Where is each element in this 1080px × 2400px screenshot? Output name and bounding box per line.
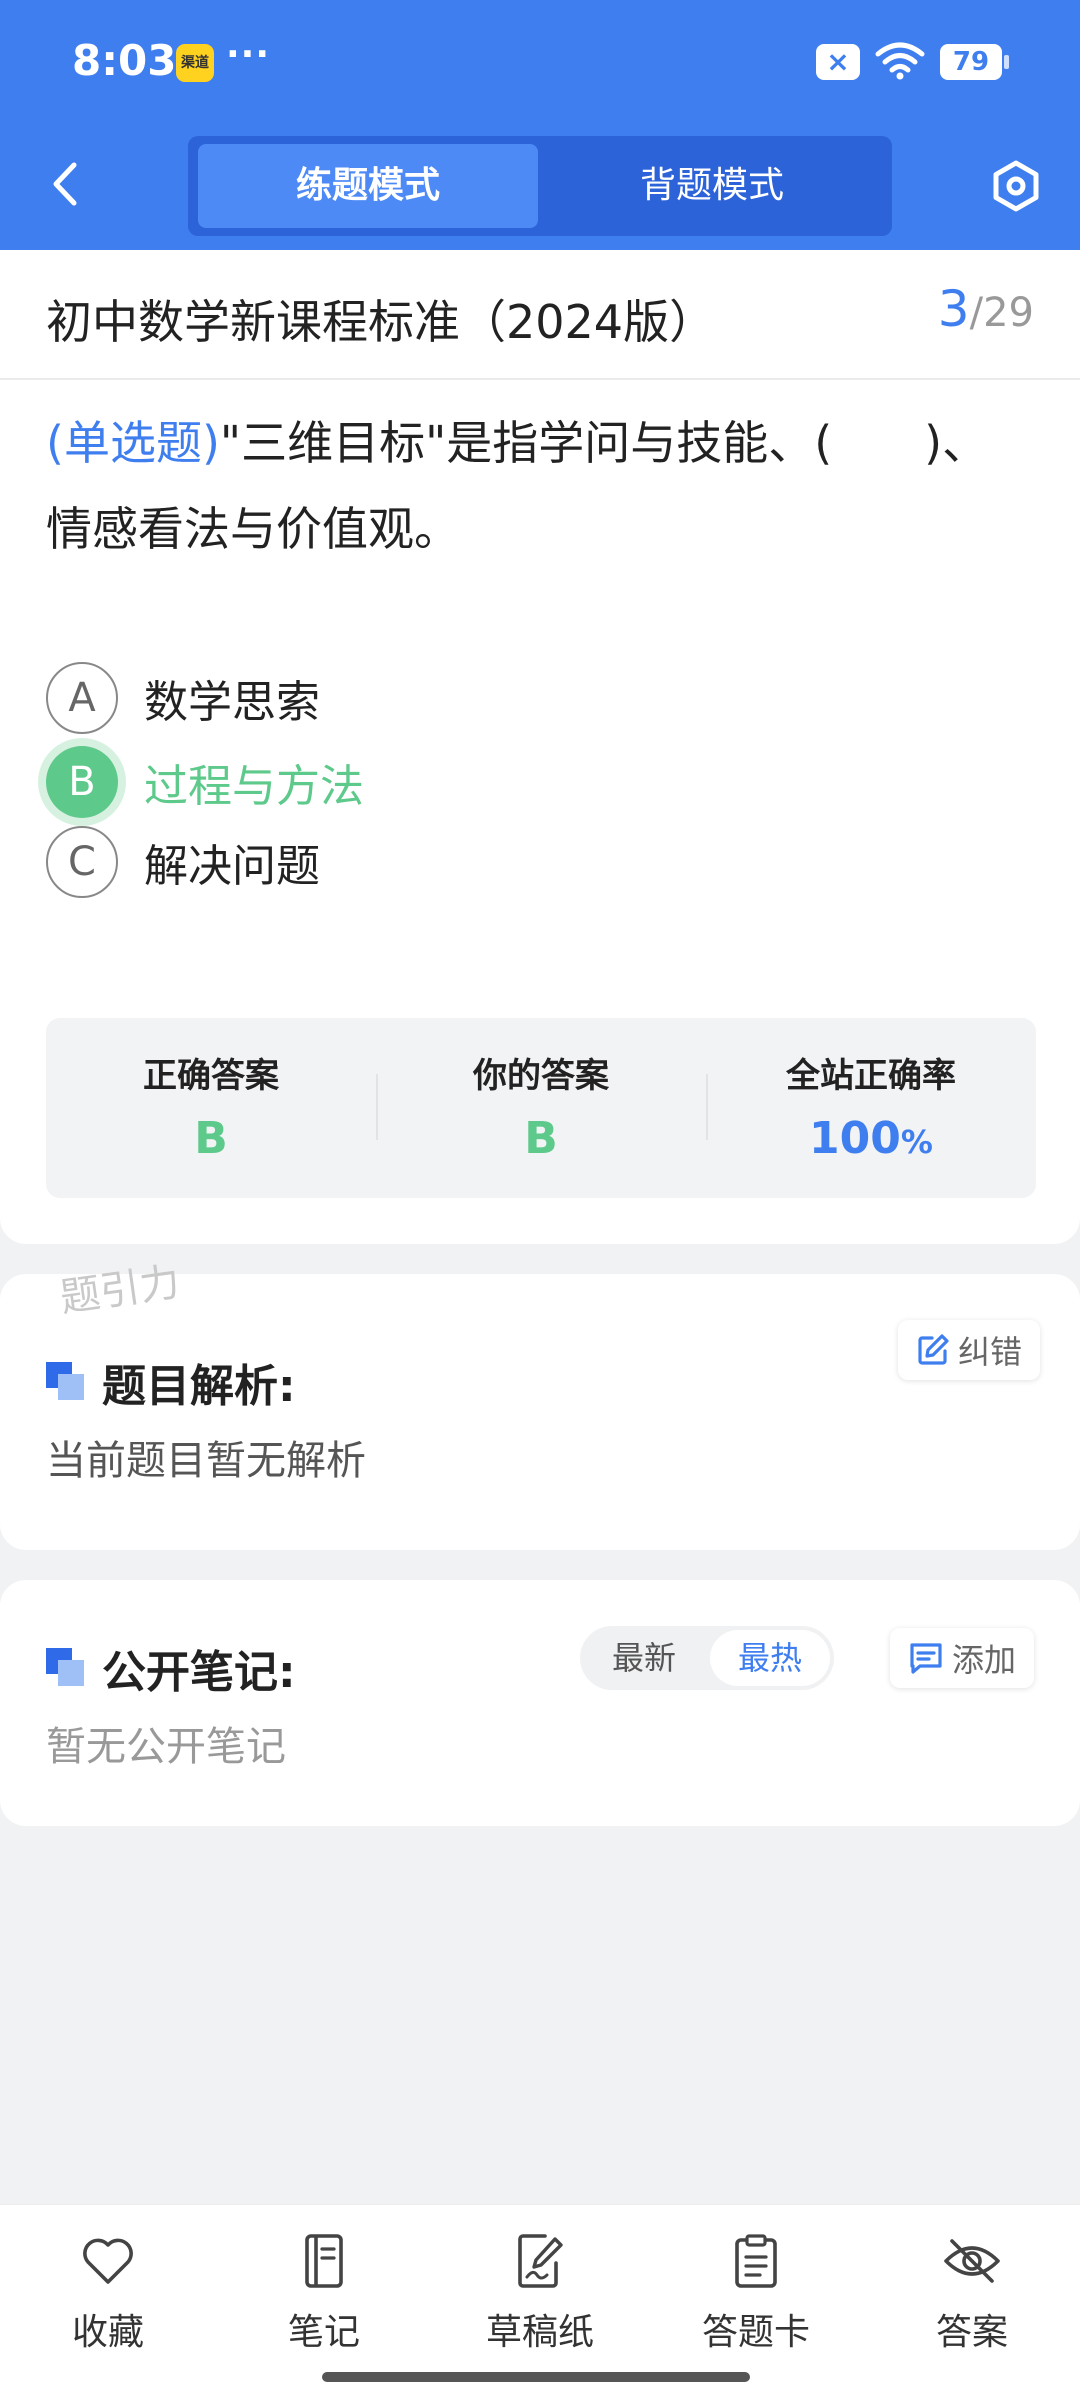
header: 8:03 渠道 ··· × 79 练题模式 背题模式 xyxy=(0,0,1080,250)
your-answer-label: 你的答案 xyxy=(473,1056,609,1096)
sort-latest[interactable]: 最新 xyxy=(584,1630,704,1686)
total-questions: 29 xyxy=(983,290,1034,336)
back-button[interactable] xyxy=(40,156,90,212)
notes-sort-toggle: 最新 最热 xyxy=(580,1626,834,1690)
mode-toggle: 练题模式 背题模式 xyxy=(188,136,892,236)
wifi-icon xyxy=(874,40,926,84)
answer-card-label: 答题卡 xyxy=(701,2312,810,2353)
notes-button[interactable]: 笔记 xyxy=(244,2231,404,2355)
correct-answer: 正确答案 B xyxy=(46,1018,376,1198)
tab-practice-mode[interactable]: 练题模式 xyxy=(198,144,538,228)
counter-separator: / xyxy=(969,290,984,336)
battery-icon: 79 xyxy=(940,44,1009,80)
comment-icon xyxy=(910,1643,942,1674)
chevron-left-icon xyxy=(53,162,77,206)
status-time: 8:03 xyxy=(72,36,177,85)
sort-hot[interactable]: 最热 xyxy=(710,1630,830,1686)
status-bar: 8:03 渠道 ··· × 79 xyxy=(0,0,1080,125)
draft-paper-button[interactable]: 草稿纸 xyxy=(460,2231,620,2355)
your-answer: 你的答案 B xyxy=(376,1018,706,1198)
heart-icon xyxy=(78,2231,138,2291)
add-note-label: 添加 xyxy=(952,1641,1017,1679)
favorite-button[interactable]: 收藏 xyxy=(28,2231,188,2355)
option-b[interactable]: B 过程与方法 xyxy=(46,744,946,820)
edit-icon xyxy=(918,1334,949,1365)
tab-memorize-mode[interactable]: 背题模式 xyxy=(542,144,882,228)
answer-card-button[interactable]: 答题卡 xyxy=(676,2231,836,2355)
notes-empty-text: 暂无公开笔记 xyxy=(46,1724,286,1770)
report-error-label: 纠错 xyxy=(958,1333,1023,1371)
no-sim-icon: × xyxy=(816,44,860,80)
notes-label: 笔记 xyxy=(287,2312,360,2353)
draft-paper-label: 草稿纸 xyxy=(485,2312,594,2353)
clipboard-icon xyxy=(726,2231,786,2291)
option-text: 数学思索 xyxy=(144,677,320,728)
question-card: 初中数学新课程标准（2024版） 3/29 (单选题)"三维目标"是指学问与技能… xyxy=(0,250,1080,1244)
option-letter: A xyxy=(46,662,118,734)
report-error-button[interactable]: 纠错 xyxy=(898,1320,1041,1380)
question-line-1: "三维目标"是指学问与技能、( )、 xyxy=(219,416,989,470)
question-type: (单选题) xyxy=(46,416,220,470)
accuracy-rate: 全站正确率 100% xyxy=(706,1018,1036,1198)
question-header: 初中数学新课程标准（2024版） 3/29 xyxy=(0,250,1080,380)
app-notification-icon: 渠道 xyxy=(176,44,214,82)
add-note-button[interactable]: 添加 xyxy=(890,1628,1035,1688)
bottom-toolbar: 收藏 笔记 草稿纸 答题卡 答案 xyxy=(0,2204,1080,2400)
current-question-number: 3 xyxy=(937,280,970,338)
show-answer-label: 答案 xyxy=(935,2312,1008,2353)
accuracy-number: 100 xyxy=(809,1113,901,1164)
question-text: (单选题)"三维目标"是指学问与技能、( )、 情感看法与价值观。 xyxy=(46,400,1036,572)
section-icon xyxy=(46,1362,86,1402)
more-notifications-icon: ··· xyxy=(226,34,271,75)
question-line-2: 情感看法与价值观。 xyxy=(46,502,460,556)
analysis-heading: 题目解析: xyxy=(46,1350,296,1414)
show-answer-button[interactable]: 答案 xyxy=(892,2231,1052,2355)
option-a[interactable]: A 数学思索 xyxy=(46,660,946,736)
section-icon xyxy=(46,1648,86,1688)
your-answer-value: B xyxy=(524,1113,558,1164)
accuracy-unit: % xyxy=(900,1123,933,1161)
option-text: 过程与方法 xyxy=(144,761,364,812)
option-letter: C xyxy=(46,826,118,898)
option-c[interactable]: C 解决问题 xyxy=(46,824,946,900)
correct-answer-label: 正确答案 xyxy=(143,1056,279,1096)
analysis-content: 当前题目暂无解析 xyxy=(46,1438,366,1484)
notes-heading: 公开笔记: xyxy=(46,1636,296,1700)
favorite-label: 收藏 xyxy=(71,2312,144,2353)
option-text: 解决问题 xyxy=(144,841,320,892)
settings-button[interactable] xyxy=(988,158,1044,214)
eye-off-icon xyxy=(942,2231,1002,2291)
result-panel: 正确答案 B 你的答案 B 全站正确率 100% xyxy=(46,1018,1036,1198)
draft-icon xyxy=(510,2231,570,2291)
public-notes-card: 公开笔记: 最新 最热 添加 暂无公开笔记 xyxy=(0,1580,1080,1826)
accuracy-rate-value: 100% xyxy=(706,1113,1036,1164)
analysis-card: 题目解析: 纠错 当前题目暂无解析 xyxy=(0,1274,1080,1550)
notes-title: 公开笔记: xyxy=(102,1647,296,1698)
option-letter: B xyxy=(46,746,118,818)
correct-answer-value: B xyxy=(194,1113,228,1164)
status-indicators: × 79 xyxy=(816,40,1009,84)
accuracy-rate-label: 全站正确率 xyxy=(786,1056,956,1096)
question-counter: 3/29 xyxy=(938,280,1034,338)
home-indicator[interactable] xyxy=(322,2372,750,2382)
settings-icon xyxy=(993,160,1039,212)
notebook-icon xyxy=(294,2231,354,2291)
course-title: 初中数学新课程标准（2024版） xyxy=(46,295,716,349)
analysis-title: 题目解析: xyxy=(102,1361,296,1412)
